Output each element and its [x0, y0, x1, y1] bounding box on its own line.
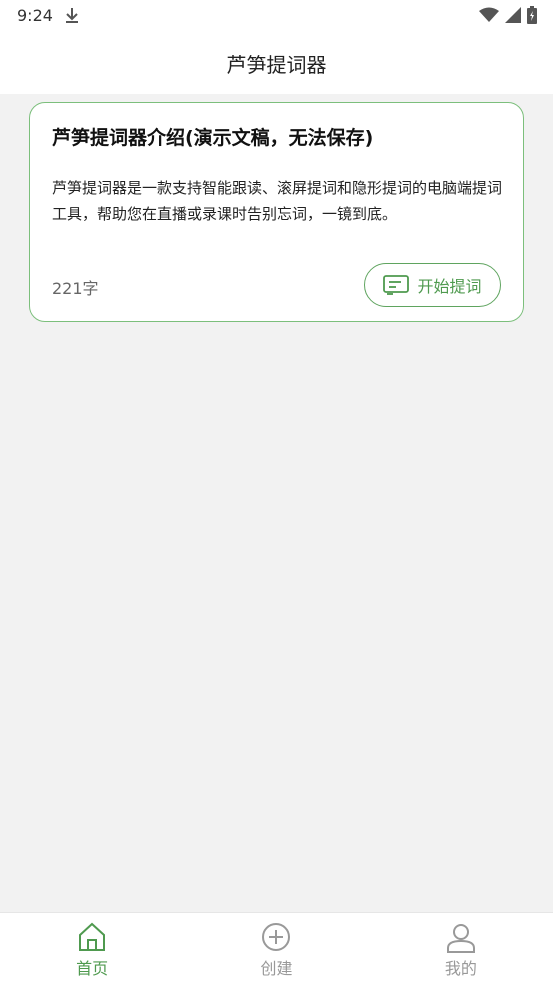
page-title: 芦笋提词器: [226, 52, 327, 77]
start-prompt-label: 开始提词: [417, 277, 482, 296]
status-icons: [479, 6, 537, 24]
nav-item-create[interactable]: 创建: [184, 913, 368, 984]
status-bar: 9:24: [0, 0, 553, 32]
status-time: 9:24: [17, 6, 53, 25]
teleprompter-icon: [383, 275, 410, 295]
battery-icon: [527, 6, 537, 24]
start-prompt-button[interactable]: 开始提词: [364, 263, 501, 307]
script-title: 芦笋提词器介绍(演示文稿，无法保存): [52, 127, 374, 149]
word-count: 221字: [52, 279, 99, 298]
script-card[interactable]: 芦笋提词器介绍(演示文稿，无法保存) 芦笋提词器是一款支持智能跟读、滚屏提词和隐…: [29, 102, 524, 322]
nav-label-mine: 我的: [444, 959, 477, 978]
bottom-nav: 首页 创建 我的: [0, 912, 553, 984]
home-icon: [79, 922, 106, 951]
user-icon: [446, 924, 475, 953]
script-list: 芦笋提词器介绍(演示文稿，无法保存) 芦笋提词器是一款支持智能跟读、滚屏提词和隐…: [0, 94, 553, 912]
nav-item-home[interactable]: 首页: [0, 913, 184, 984]
script-description: 芦笋提词器是一款支持智能跟读、滚屏提词和隐形提词的电脑端提词工具，帮助您在直播或…: [52, 179, 503, 223]
nav-label-home: 首页: [76, 959, 109, 978]
plus-circle-icon: [262, 923, 291, 951]
app-bar: 芦笋提词器: [0, 32, 553, 94]
nav-item-mine[interactable]: 我的: [369, 913, 553, 984]
download-icon: [66, 8, 78, 23]
nav-label-create: 创建: [260, 959, 293, 978]
wifi-icon: [479, 7, 499, 22]
signal-icon: [505, 7, 521, 23]
